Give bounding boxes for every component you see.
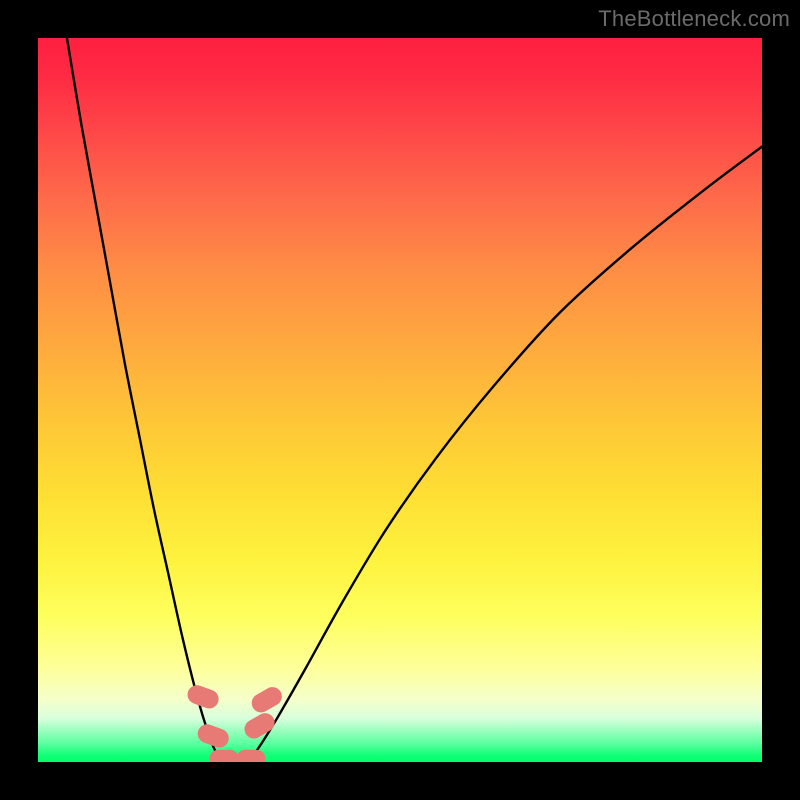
right-marker-lower xyxy=(241,710,278,742)
left-marker-upper xyxy=(185,683,221,712)
floor-marker-left xyxy=(210,750,239,762)
floor-marker-right xyxy=(236,750,265,762)
series-group xyxy=(67,38,762,762)
left-marker-lower xyxy=(195,722,231,751)
chart-frame: TheBottleneck.com xyxy=(0,0,800,800)
watermark: TheBottleneck.com xyxy=(598,6,790,32)
series-left-branch xyxy=(67,38,223,762)
marker-group xyxy=(185,683,285,762)
plot-area xyxy=(38,38,762,762)
series-right-branch xyxy=(248,147,762,762)
right-marker-upper xyxy=(248,684,285,716)
curve-layer xyxy=(38,38,762,762)
